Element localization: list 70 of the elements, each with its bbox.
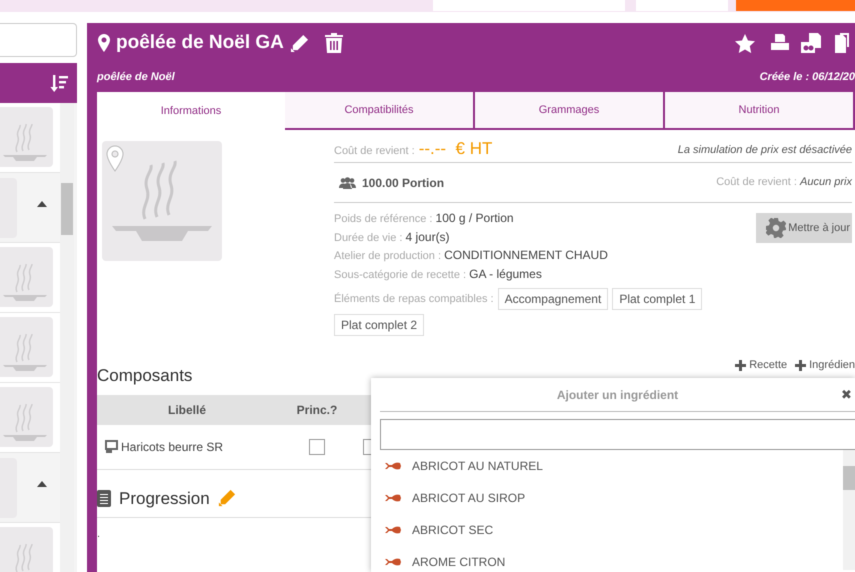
update-button[interactable]: Mettre à jour xyxy=(756,213,852,243)
recipe-icon xyxy=(105,440,118,453)
tab[interactable]: Nutrition xyxy=(665,92,855,130)
field-label: Atelier de production : xyxy=(334,250,442,262)
people-icon xyxy=(339,176,356,188)
copy-icon[interactable] xyxy=(835,33,849,53)
ingredient-item[interactable]: ABRICOT AU SIROP xyxy=(380,482,840,514)
search-field[interactable] xyxy=(380,419,855,450)
field-label: Poids de référence : xyxy=(334,213,432,225)
checkbox[interactable] xyxy=(309,438,325,454)
ingredient-item[interactable]: ABRICOT AU NATUREL xyxy=(380,450,840,482)
fish-icon xyxy=(385,462,403,470)
component-name: Haricots beurre SR xyxy=(121,438,224,456)
fish-icon xyxy=(385,558,403,566)
portion-count: 100.00 Portion xyxy=(362,174,444,192)
edit-icon[interactable] xyxy=(290,34,309,52)
close-button[interactable]: ✖ xyxy=(841,384,852,404)
field-value: 100 g / Portion xyxy=(436,211,514,225)
top-button[interactable] xyxy=(736,0,855,11)
scrollbar[interactable] xyxy=(843,450,855,570)
field-value: CONDITIONNEMENT CHAUD xyxy=(444,248,608,262)
dish-thumbnail[interactable] xyxy=(0,107,53,167)
plus-icon xyxy=(795,360,806,371)
section-title: Progression xyxy=(119,488,210,510)
search-field[interactable] xyxy=(0,23,77,57)
trash-icon[interactable] xyxy=(324,33,343,53)
dialog-title: Ajouter un ingrédient xyxy=(556,386,678,404)
add-link[interactable]: Ingrédien xyxy=(795,357,855,374)
plus-icon xyxy=(735,360,746,371)
print-icon[interactable] xyxy=(771,34,789,52)
portion-cost-label: Coût de revient : xyxy=(716,176,797,188)
star-icon[interactable] xyxy=(735,34,755,52)
ingredient-item[interactable]: AROME CITRON xyxy=(380,546,840,572)
dish-thumbnail[interactable] xyxy=(0,317,53,377)
section-title: Composants xyxy=(97,365,192,387)
dish-placeholder-icon xyxy=(102,141,222,261)
field-value: 4 jour(s) xyxy=(406,230,450,244)
top-button[interactable] xyxy=(433,0,625,11)
field-label: Sous-catégorie de recette : xyxy=(334,268,466,280)
ingredient-item[interactable]: ABRICOT SEC xyxy=(380,514,840,546)
cost-label: Coût de revient : xyxy=(334,144,415,158)
tab[interactable]: Grammages xyxy=(475,92,665,130)
add-link[interactable]: Recette xyxy=(735,357,788,374)
cost-value: --.-- € HT xyxy=(418,138,492,160)
creation-date: Créée le : 06/12/20 xyxy=(760,70,855,86)
collapse-arrow-icon[interactable] xyxy=(37,481,47,487)
fish-icon xyxy=(385,526,403,534)
dish-thumbnail[interactable] xyxy=(0,247,53,307)
fish-icon xyxy=(385,494,403,502)
top-button[interactable] xyxy=(636,0,728,11)
progression-text: . xyxy=(97,527,100,542)
price-simulation-note: La simulation de prix est désactivée xyxy=(678,142,852,158)
column-header: Libellé xyxy=(166,402,207,418)
meal-tag: Plat complet 1 xyxy=(612,288,702,310)
column-header: Princ.? xyxy=(296,402,338,418)
field-label: Durée de vie : xyxy=(334,232,402,244)
meal-tag: Plat complet 2 xyxy=(334,314,424,336)
recipe-title: poêlée de Noël GA xyxy=(116,30,284,55)
field-label: Éléments de repas compatibles : xyxy=(334,292,494,307)
location-pin-icon xyxy=(98,34,110,52)
sort-icon[interactable] xyxy=(49,73,69,93)
gear-icon xyxy=(766,218,786,238)
portion-cost-value: Aucun prix xyxy=(800,176,852,188)
dish-thumbnail[interactable] xyxy=(0,387,53,447)
field-value: GA - légumes xyxy=(469,266,542,280)
collapse-arrow-icon[interactable] xyxy=(37,201,47,207)
document-icon[interactable] xyxy=(801,33,823,53)
tab[interactable]: Compatibilités xyxy=(285,92,475,130)
meal-tag: Accompagnement xyxy=(498,288,608,310)
recipe-subtitle: poêlée de Noël xyxy=(97,70,175,86)
